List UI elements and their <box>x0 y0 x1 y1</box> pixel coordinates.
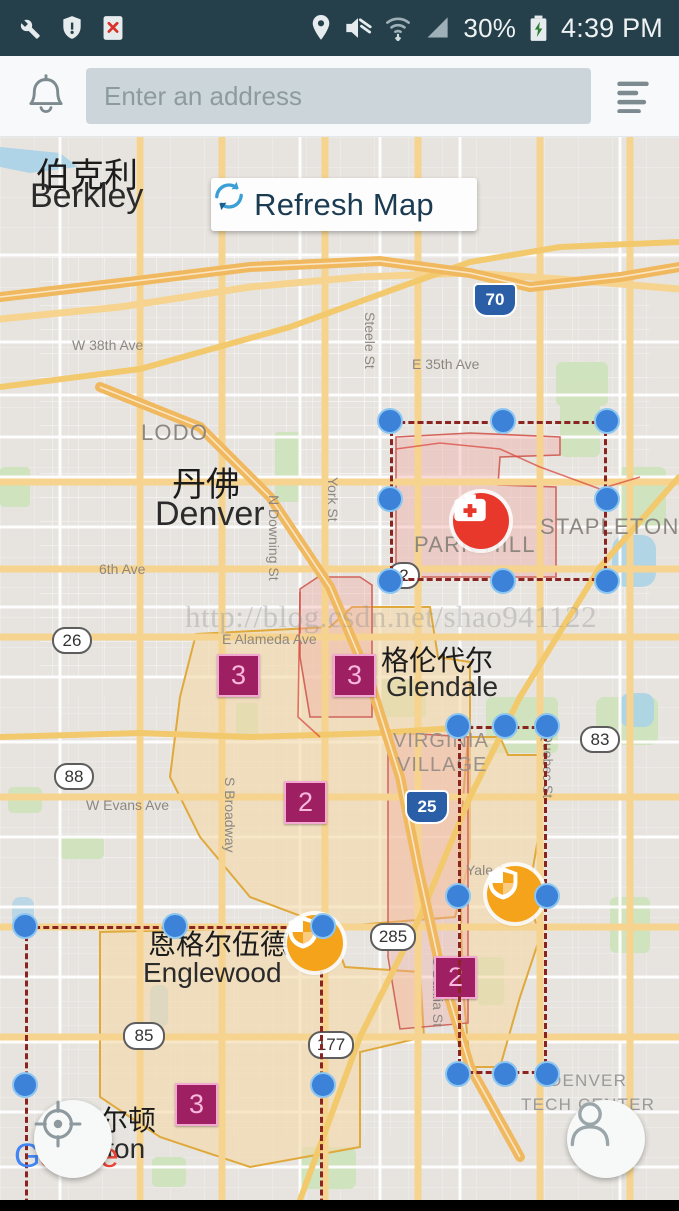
cluster-count-badge[interactable]: 3 <box>333 654 376 697</box>
locate-me-fab[interactable] <box>34 1100 112 1178</box>
address-search-input[interactable] <box>86 68 591 124</box>
selection-handle[interactable] <box>534 713 560 739</box>
wifi-icon <box>386 17 411 41</box>
selection-handle[interactable] <box>490 568 516 594</box>
battery-percent-text: 30% <box>463 13 517 43</box>
selection-handle[interactable] <box>377 486 403 512</box>
cluster-count-badge[interactable]: 3 <box>175 1083 218 1126</box>
wrench-icon <box>20 19 40 39</box>
selection-handle[interactable] <box>162 913 188 939</box>
clock-text: 4:39 PM <box>561 12 663 43</box>
bottom-nav-strip <box>0 1200 679 1211</box>
person-avatar-icon <box>570 1102 610 1147</box>
notification-bell-button[interactable] <box>18 68 74 124</box>
refresh-map-label: Refresh Map <box>254 186 434 222</box>
refresh-map-button[interactable]: Refresh Map <box>211 178 477 231</box>
selection-handle[interactable] <box>12 1072 38 1098</box>
selection-handle[interactable] <box>534 1061 560 1087</box>
selection-handle[interactable] <box>594 568 620 594</box>
selection-handle[interactable] <box>492 713 518 739</box>
selection-handle[interactable] <box>492 1061 518 1087</box>
crosshair-target-icon <box>34 1100 82 1148</box>
selection-handle[interactable] <box>445 713 471 739</box>
selection-handle[interactable] <box>310 913 336 939</box>
selection-handle[interactable] <box>445 883 471 909</box>
selection-handle[interactable] <box>377 408 403 434</box>
selection-handle[interactable] <box>12 913 38 939</box>
selection-handle[interactable] <box>594 486 620 512</box>
selection-handle[interactable] <box>310 1072 336 1098</box>
notification-bell-icon <box>29 74 63 114</box>
location-pin-icon <box>313 15 330 40</box>
cluster-count-badge[interactable]: 3 <box>217 654 260 697</box>
profile-fab[interactable] <box>567 1100 645 1178</box>
selection-handle[interactable] <box>534 883 560 909</box>
sim-error-icon <box>103 16 123 40</box>
status-bar-right-icons: 30% 4:39 PM <box>311 12 663 43</box>
cluster-count-badge[interactable]: 2 <box>284 781 327 824</box>
app-root: 30% 4:39 PM Enter an address http://blog… <box>0 0 679 1211</box>
status-bar: 30% 4:39 PM <box>0 0 679 56</box>
selection-handle[interactable] <box>594 408 620 434</box>
selection-handle[interactable] <box>377 568 403 594</box>
sort-list-icon <box>617 81 649 113</box>
search-bar <box>0 56 679 137</box>
battery-charging-icon <box>530 15 547 41</box>
refresh-sync-icon <box>215 181 243 211</box>
cluster-count-badge[interactable]: 2 <box>434 956 477 999</box>
selection-handle[interactable] <box>490 408 516 434</box>
medical-kit-icon[interactable] <box>453 493 509 549</box>
selection-handle[interactable] <box>445 1061 471 1087</box>
signal-icon <box>427 17 449 38</box>
shield-alert-icon <box>63 16 81 39</box>
mute-icon <box>346 18 373 38</box>
sort-list-menu-button[interactable] <box>605 68 661 124</box>
map-canvas[interactable]: http://blog.csdn.net/shao941122 Refresh … <box>0 137 679 1200</box>
status-bar-left-icons <box>16 15 124 41</box>
